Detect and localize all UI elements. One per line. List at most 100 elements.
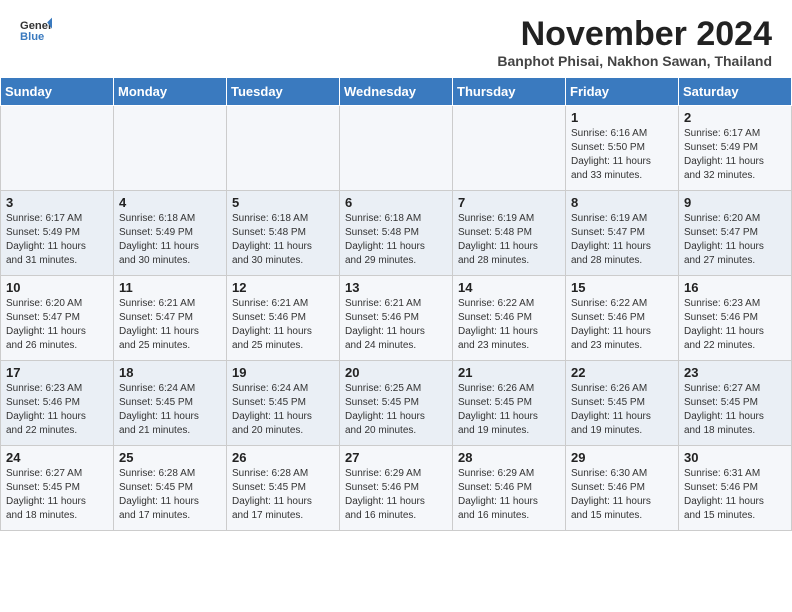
calendar-week-row: 1 Sunrise: 6:16 AM Sunset: 5:50 PM Daylig… xyxy=(1,106,792,191)
day-info: Sunrise: 6:23 AM Sunset: 5:46 PM Dayligh… xyxy=(684,297,786,353)
calendar-day-cell xyxy=(340,106,453,191)
calendar-day-cell: 10 Sunrise: 6:20 AM Sunset: 5:47 PM Dayli… xyxy=(1,276,114,361)
day-info: Sunrise: 6:29 AM Sunset: 5:46 PM Dayligh… xyxy=(458,467,560,523)
day-number: 18 xyxy=(119,365,221,380)
day-number: 9 xyxy=(684,195,786,210)
calendar-day-cell: 26 Sunrise: 6:28 AM Sunset: 5:45 PM Dayli… xyxy=(227,446,340,531)
day-info: Sunrise: 6:22 AM Sunset: 5:46 PM Dayligh… xyxy=(458,297,560,353)
day-info: Sunrise: 6:16 AM Sunset: 5:50 PM Dayligh… xyxy=(571,127,673,183)
day-number: 17 xyxy=(6,365,108,380)
day-of-week-header: Friday xyxy=(566,78,679,106)
day-info: Sunrise: 6:20 AM Sunset: 5:47 PM Dayligh… xyxy=(6,297,108,353)
calendar-day-cell: 11 Sunrise: 6:21 AM Sunset: 5:47 PM Dayli… xyxy=(114,276,227,361)
day-info: Sunrise: 6:25 AM Sunset: 5:45 PM Dayligh… xyxy=(345,382,447,438)
calendar-day-cell: 6 Sunrise: 6:18 AM Sunset: 5:48 PM Daylig… xyxy=(340,191,453,276)
calendar-day-cell: 24 Sunrise: 6:27 AM Sunset: 5:45 PM Dayli… xyxy=(1,446,114,531)
day-number: 3 xyxy=(6,195,108,210)
day-number: 2 xyxy=(684,110,786,125)
day-number: 8 xyxy=(571,195,673,210)
day-info: Sunrise: 6:21 AM Sunset: 5:46 PM Dayligh… xyxy=(232,297,334,353)
day-number: 14 xyxy=(458,280,560,295)
day-of-week-header: Sunday xyxy=(1,78,114,106)
calendar-day-cell: 4 Sunrise: 6:18 AM Sunset: 5:49 PM Daylig… xyxy=(114,191,227,276)
day-of-week-header: Thursday xyxy=(453,78,566,106)
day-number: 7 xyxy=(458,195,560,210)
day-info: Sunrise: 6:24 AM Sunset: 5:45 PM Dayligh… xyxy=(119,382,221,438)
day-info: Sunrise: 6:22 AM Sunset: 5:46 PM Dayligh… xyxy=(571,297,673,353)
day-of-week-header: Saturday xyxy=(679,78,792,106)
day-number: 23 xyxy=(684,365,786,380)
calendar-day-cell: 8 Sunrise: 6:19 AM Sunset: 5:47 PM Daylig… xyxy=(566,191,679,276)
calendar-day-cell: 17 Sunrise: 6:23 AM Sunset: 5:46 PM Dayli… xyxy=(1,361,114,446)
day-number: 24 xyxy=(6,450,108,465)
calendar-day-cell: 21Sunrise: 6:26 AM Sunset: 5:45 PM Dayli… xyxy=(453,361,566,446)
day-info: Sunrise: 6:24 AM Sunset: 5:45 PM Dayligh… xyxy=(232,382,334,438)
day-number: 11 xyxy=(119,280,221,295)
day-info: Sunrise: 6:20 AM Sunset: 5:47 PM Dayligh… xyxy=(684,212,786,268)
svg-text:Blue: Blue xyxy=(20,31,44,43)
day-info: Sunrise: 6:17 AM Sunset: 5:49 PM Dayligh… xyxy=(684,127,786,183)
calendar-table: SundayMondayTuesdayWednesdayThursdayFrid… xyxy=(0,77,792,531)
day-info: Sunrise: 6:19 AM Sunset: 5:47 PM Dayligh… xyxy=(571,212,673,268)
calendar-day-cell: 30 Sunrise: 6:31 AM Sunset: 5:46 PM Dayli… xyxy=(679,446,792,531)
calendar-day-cell: 22 Sunrise: 6:26 AM Sunset: 5:45 PM Dayli… xyxy=(566,361,679,446)
day-info: Sunrise: 6:31 AM Sunset: 5:46 PM Dayligh… xyxy=(684,467,786,523)
day-info: Sunrise: 6:28 AM Sunset: 5:45 PM Dayligh… xyxy=(232,467,334,523)
day-info: Sunrise: 6:23 AM Sunset: 5:46 PM Dayligh… xyxy=(6,382,108,438)
day-info: Sunrise: 6:19 AM Sunset: 5:48 PM Dayligh… xyxy=(458,212,560,268)
day-number: 21 xyxy=(458,365,560,380)
calendar-day-cell xyxy=(227,106,340,191)
day-info: Sunrise: 6:17 AM Sunset: 5:49 PM Dayligh… xyxy=(6,212,108,268)
day-number: 12 xyxy=(232,280,334,295)
calendar-day-cell: 14 Sunrise: 6:22 AM Sunset: 5:46 PM Dayli… xyxy=(453,276,566,361)
title-block: November 2024 Banphot Phisai, Nakhon Saw… xyxy=(497,16,772,69)
day-number: 10 xyxy=(6,280,108,295)
day-number: 27 xyxy=(345,450,447,465)
calendar-day-cell: 13 Sunrise: 6:21 AM Sunset: 5:46 PM Dayli… xyxy=(340,276,453,361)
day-info: Sunrise: 6:18 AM Sunset: 5:49 PM Dayligh… xyxy=(119,212,221,268)
day-number: 29 xyxy=(571,450,673,465)
day-number: 26 xyxy=(232,450,334,465)
day-number: 4 xyxy=(119,195,221,210)
day-number: 5 xyxy=(232,195,334,210)
calendar-day-cell xyxy=(453,106,566,191)
calendar-day-cell: 7 Sunrise: 6:19 AM Sunset: 5:48 PM Daylig… xyxy=(453,191,566,276)
day-number: 1 xyxy=(571,110,673,125)
day-info: Sunrise: 6:29 AM Sunset: 5:46 PM Dayligh… xyxy=(345,467,447,523)
day-info: Sunrise: 6:18 AM Sunset: 5:48 PM Dayligh… xyxy=(345,212,447,268)
day-info: Sunrise: 6:27 AM Sunset: 5:45 PM Dayligh… xyxy=(6,467,108,523)
day-number: 16 xyxy=(684,280,786,295)
calendar-day-cell: 9 Sunrise: 6:20 AM Sunset: 5:47 PM Daylig… xyxy=(679,191,792,276)
day-number: 22 xyxy=(571,365,673,380)
logo-icon: General Blue xyxy=(20,16,52,48)
day-number: 25 xyxy=(119,450,221,465)
svg-text:General: General xyxy=(20,20,52,32)
day-of-week-header: Monday xyxy=(114,78,227,106)
day-number: 19 xyxy=(232,365,334,380)
calendar-day-cell: 25Sunrise: 6:28 AM Sunset: 5:45 PM Dayli… xyxy=(114,446,227,531)
day-number: 13 xyxy=(345,280,447,295)
day-info: Sunrise: 6:26 AM Sunset: 5:45 PM Dayligh… xyxy=(571,382,673,438)
calendar-day-cell xyxy=(114,106,227,191)
calendar-day-cell: 12 Sunrise: 6:21 AM Sunset: 5:46 PM Dayli… xyxy=(227,276,340,361)
day-number: 28 xyxy=(458,450,560,465)
page-header: General Blue November 2024 Banphot Phisa… xyxy=(0,0,792,77)
calendar-day-cell: 3 Sunrise: 6:17 AM Sunset: 5:49 PM Daylig… xyxy=(1,191,114,276)
day-number: 15 xyxy=(571,280,673,295)
calendar-day-cell: 16 Sunrise: 6:23 AM Sunset: 5:46 PM Dayli… xyxy=(679,276,792,361)
calendar-day-cell: 15 Sunrise: 6:22 AM Sunset: 5:46 PM Dayli… xyxy=(566,276,679,361)
calendar-day-cell: 28 Sunrise: 6:29 AM Sunset: 5:46 PM Dayli… xyxy=(453,446,566,531)
day-number: 30 xyxy=(684,450,786,465)
calendar-day-cell: 2 Sunrise: 6:17 AM Sunset: 5:49 PM Daylig… xyxy=(679,106,792,191)
calendar-header-row: SundayMondayTuesdayWednesdayThursdayFrid… xyxy=(1,78,792,106)
logo: General Blue xyxy=(20,16,56,48)
day-info: Sunrise: 6:30 AM Sunset: 5:46 PM Dayligh… xyxy=(571,467,673,523)
day-number: 6 xyxy=(345,195,447,210)
location-subtitle: Banphot Phisai, Nakhon Sawan, Thailand xyxy=(497,53,772,69)
day-info: Sunrise: 6:21 AM Sunset: 5:47 PM Dayligh… xyxy=(119,297,221,353)
calendar-day-cell: 5Sunrise: 6:18 AM Sunset: 5:48 PM Daylig… xyxy=(227,191,340,276)
calendar-week-row: 10 Sunrise: 6:20 AM Sunset: 5:47 PM Dayli… xyxy=(1,276,792,361)
calendar-body: 1 Sunrise: 6:16 AM Sunset: 5:50 PM Daylig… xyxy=(1,106,792,531)
calendar-day-cell: 27 Sunrise: 6:29 AM Sunset: 5:46 PM Dayli… xyxy=(340,446,453,531)
day-info: Sunrise: 6:21 AM Sunset: 5:46 PM Dayligh… xyxy=(345,297,447,353)
